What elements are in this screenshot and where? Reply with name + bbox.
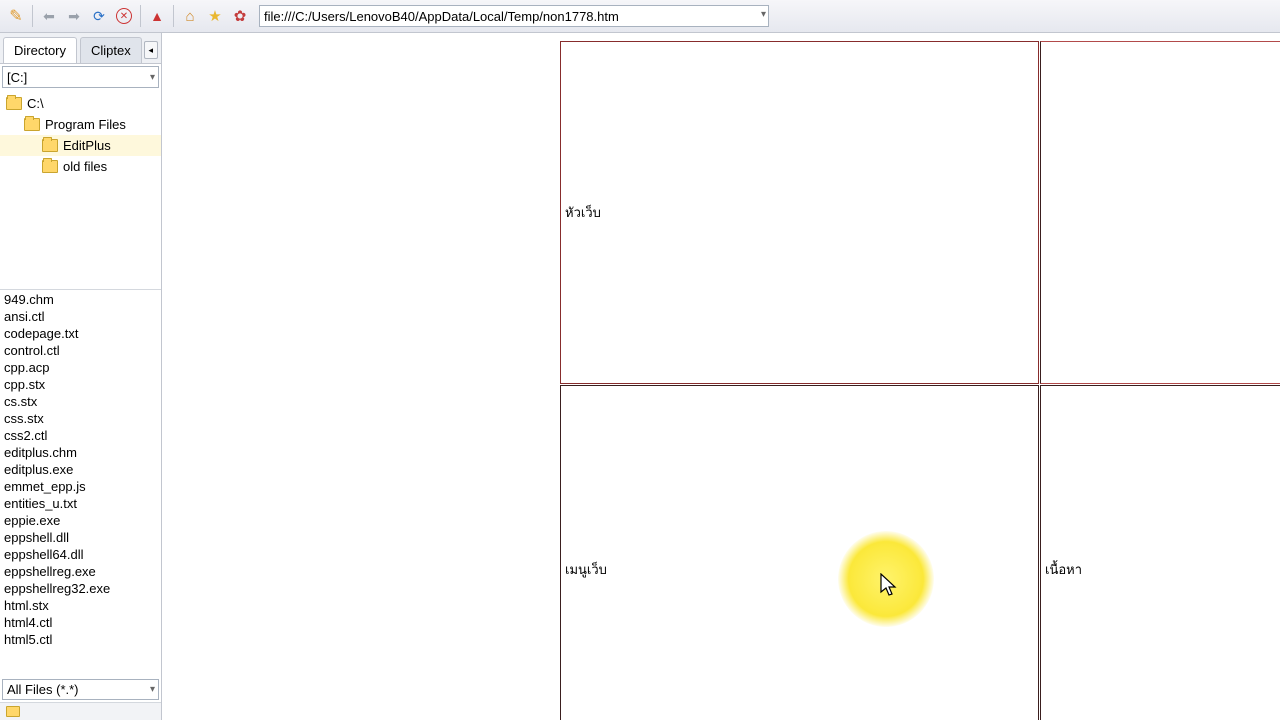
- refresh-button[interactable]: ⟳: [87, 4, 111, 28]
- tree-item[interactable]: C:\: [0, 93, 161, 114]
- tab-cliptext[interactable]: Cliptex: [80, 37, 142, 63]
- tab-expand-button[interactable]: ◂: [144, 41, 158, 59]
- file-item[interactable]: editplus.chm: [2, 444, 159, 461]
- file-item[interactable]: eppshell64.dll: [2, 546, 159, 563]
- file-item[interactable]: ansi.ctl: [2, 308, 159, 325]
- cell-header: หัวเว็บ: [560, 41, 1039, 384]
- drive-select[interactable]: [C:] ▾: [2, 66, 159, 88]
- file-item[interactable]: cs.stx: [2, 393, 159, 410]
- bottom-strip: [0, 702, 161, 720]
- cell-menu: เมนูเว็บ: [560, 385, 1039, 720]
- tree-item-label: old files: [63, 159, 107, 174]
- tree-item[interactable]: EditPlus: [0, 135, 161, 156]
- file-item[interactable]: emmet_epp.js: [2, 478, 159, 495]
- file-item[interactable]: css2.ctl: [2, 427, 159, 444]
- stop-button[interactable]: ✕: [112, 4, 136, 28]
- tree-item[interactable]: old files: [0, 156, 161, 177]
- cell-header-text: หัวเว็บ: [565, 202, 601, 223]
- folder-icon: [24, 118, 40, 131]
- file-item[interactable]: control.ctl: [2, 342, 159, 359]
- address-dropdown-icon[interactable]: ▾: [761, 9, 766, 20]
- remove-fav-button[interactable]: ✿: [228, 4, 252, 28]
- tab-directory[interactable]: Directory: [3, 37, 77, 63]
- folder-icon: [6, 97, 22, 110]
- toolbar: ✎ ⬅ ➡ ⟳ ✕ ▲ ⌂ ★ ✿ ▾: [0, 0, 1280, 33]
- separator: [32, 5, 33, 27]
- cell-body: เนื้อหา: [1040, 385, 1280, 720]
- file-item[interactable]: html4.ctl: [2, 614, 159, 631]
- file-item[interactable]: editplus.exe: [2, 461, 159, 478]
- folder-icon: [42, 160, 58, 173]
- file-item[interactable]: eppshellreg32.exe: [2, 580, 159, 597]
- tree-item[interactable]: Program Files: [0, 114, 161, 135]
- edit-button[interactable]: ✎: [4, 4, 28, 28]
- side-tabs: Directory Cliptex ◂: [0, 33, 161, 64]
- cell-body-text: เนื้อหา: [1045, 559, 1082, 580]
- run-button[interactable]: ▲: [145, 4, 169, 28]
- folder-tree[interactable]: C:\Program Files EditPlus old files: [0, 90, 161, 290]
- file-item[interactable]: eppshell.dll: [2, 529, 159, 546]
- address-bar[interactable]: ▾: [259, 5, 769, 27]
- file-item[interactable]: cpp.stx: [2, 376, 159, 393]
- back-icon: ⬅: [43, 8, 55, 25]
- file-item[interactable]: eppie.exe: [2, 512, 159, 529]
- tree-item-label: EditPlus: [63, 138, 111, 153]
- preview-pane[interactable]: หัวเว็บ เมนูเว็บ เนื้อหา ส: [162, 33, 1280, 720]
- file-item[interactable]: codepage.txt: [2, 325, 159, 342]
- folder-icon: [6, 706, 20, 717]
- folder-icon: [42, 139, 58, 152]
- home-button[interactable]: ⌂: [178, 4, 202, 28]
- side-panel: Directory Cliptex ◂ [C:] ▾ C:\Program Fi…: [0, 33, 162, 720]
- refresh-icon: ⟳: [93, 8, 105, 25]
- chevron-down-icon: ▾: [150, 684, 155, 695]
- address-input[interactable]: [264, 9, 764, 24]
- file-filter[interactable]: All Files (*.*) ▾: [2, 679, 159, 700]
- run-icon: ▲: [150, 8, 164, 24]
- forward-button[interactable]: ➡: [62, 4, 86, 28]
- forward-icon: ➡: [68, 8, 80, 25]
- filter-label: All Files (*.*): [7, 682, 79, 697]
- html-preview: หัวเว็บ เมนูเว็บ เนื้อหา ส: [162, 33, 1280, 720]
- file-list[interactable]: 949.chmansi.ctlcodepage.txtcontrol.ctlcp…: [0, 290, 161, 677]
- star-icon: ★: [208, 7, 221, 25]
- file-item[interactable]: css.stx: [2, 410, 159, 427]
- cell-top-right: [1040, 41, 1280, 384]
- stop-icon: ✕: [116, 8, 132, 24]
- star-remove-icon: ✿: [234, 7, 247, 25]
- file-item[interactable]: 949.chm: [2, 291, 159, 308]
- home-icon: ⌂: [185, 8, 194, 25]
- file-item[interactable]: eppshellreg.exe: [2, 563, 159, 580]
- back-button[interactable]: ⬅: [37, 4, 61, 28]
- pencil-icon: ✎: [9, 6, 22, 26]
- file-item[interactable]: html5.ctl: [2, 631, 159, 648]
- tree-item-label: C:\: [27, 96, 44, 111]
- main: Directory Cliptex ◂ [C:] ▾ C:\Program Fi…: [0, 33, 1280, 720]
- file-item[interactable]: html.stx: [2, 597, 159, 614]
- chevron-down-icon: ▾: [150, 72, 155, 83]
- separator: [140, 5, 141, 27]
- tree-item-label: Program Files: [45, 117, 126, 132]
- drive-label: [C:]: [7, 70, 27, 85]
- file-item[interactable]: entities_u.txt: [2, 495, 159, 512]
- separator: [173, 5, 174, 27]
- favorites-button[interactable]: ★: [203, 4, 227, 28]
- file-item[interactable]: cpp.acp: [2, 359, 159, 376]
- cell-menu-text: เมนูเว็บ: [565, 559, 607, 580]
